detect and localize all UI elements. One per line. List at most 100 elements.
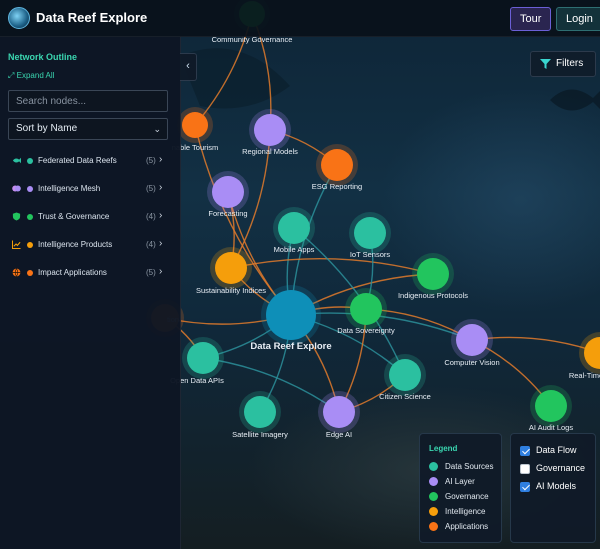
chevron-down-icon: ⌄ — [153, 124, 161, 134]
graph-node[interactable]: Data Sovereignty — [337, 288, 395, 335]
node-circle[interactable] — [212, 176, 244, 208]
graph-node[interactable]: Sustainability Indices — [196, 247, 266, 295]
node-circle[interactable] — [266, 290, 316, 340]
node-circle[interactable] — [323, 396, 355, 428]
chevron-right-icon: › — [159, 210, 163, 221]
node-circle[interactable] — [417, 258, 449, 290]
chevron-right-icon: › — [159, 266, 163, 277]
graph-node[interactable]: Satellite Imagery — [232, 391, 288, 439]
node-label: Regional Models — [242, 147, 298, 156]
login-button[interactable]: Login — [556, 7, 600, 31]
legend-label: Applications — [445, 522, 489, 531]
sidebar-group-federated-data-reefs[interactable]: Federated Data Reefs (5) › — [8, 153, 170, 171]
node-circle[interactable] — [215, 252, 247, 284]
checkbox-unchecked[interactable] — [520, 464, 530, 474]
node-circle[interactable] — [244, 396, 276, 428]
legend-panel: Legend Data Sources AI Layer Governance … — [419, 433, 502, 543]
node-circle[interactable] — [456, 324, 488, 356]
node-label: Sustainability Indices — [196, 286, 266, 295]
node-label: Real-Time — [569, 371, 600, 380]
node-circle[interactable] — [278, 212, 310, 244]
group-label: Intelligence Products — [38, 240, 113, 249]
legend-swatch — [429, 507, 438, 516]
graph-node-center[interactable]: Data Reef Explore — [250, 285, 332, 352]
node-circle[interactable] — [535, 390, 567, 422]
shield-icon — [12, 212, 21, 221]
node-circle[interactable] — [354, 217, 386, 249]
group-color-dot — [27, 214, 33, 220]
graph-node[interactable]: Regional Models — [242, 109, 298, 156]
network-outline-sidebar: Network Outline ⤢ Expand All Sort by Nam… — [0, 37, 181, 549]
checkbox-checked[interactable] — [520, 482, 530, 492]
group-count: (4) — [146, 240, 156, 249]
fish-icon — [12, 157, 21, 164]
collapse-sidebar-button[interactable]: ‹ — [180, 53, 197, 81]
legend-label: AI Layer — [445, 477, 475, 486]
node-label: AI Audit Logs — [529, 423, 573, 432]
node-label: Citizen Science — [379, 392, 431, 401]
node-label: Indigenous Protocols — [398, 291, 468, 300]
node-circle[interactable] — [389, 359, 421, 391]
graph-edge — [230, 258, 434, 275]
node-circle[interactable] — [182, 112, 208, 138]
expand-all-link[interactable]: ⤢ Expand All — [8, 71, 54, 81]
chevron-right-icon: › — [159, 238, 163, 249]
expand-all-label: Expand All — [16, 71, 55, 80]
checkbox-checked[interactable] — [520, 446, 530, 456]
graph-node[interactable]: IoT Sensors — [349, 212, 391, 259]
node-label: ESG Reporting — [312, 182, 362, 191]
sort-select[interactable]: Sort by Name ⌄ — [8, 118, 168, 140]
toggle-label: AI Models — [536, 481, 577, 491]
sidebar-group-intelligence-mesh[interactable]: Intelligence Mesh (5) › — [8, 181, 170, 199]
legend-label: Data Sources — [445, 462, 494, 471]
group-count: (5) — [146, 268, 156, 277]
group-count: (5) — [146, 156, 156, 165]
node-label: Data Sovereignty — [337, 326, 395, 335]
chevron-right-icon: › — [159, 154, 163, 165]
legend-label: Intelligence — [445, 507, 486, 516]
node-circle[interactable] — [254, 114, 286, 146]
sidebar-group-trust-governance[interactable]: Trust & Governance (4) › — [8, 209, 170, 227]
graph-node[interactable]: Edge AI — [318, 391, 360, 439]
group-color-dot — [27, 158, 33, 164]
search-input[interactable] — [8, 90, 168, 112]
node-label: Mobile Apps — [274, 245, 315, 254]
sidebar-group-intelligence-products[interactable]: Intelligence Products (4) › — [8, 237, 170, 255]
group-label: Intelligence Mesh — [38, 184, 101, 193]
toggle-label: Governance — [536, 463, 586, 473]
sort-select-value: Sort by Name — [16, 123, 78, 134]
graph-node[interactable]: Real-Time — [569, 332, 600, 380]
tour-button[interactable]: Tour — [510, 7, 552, 31]
toggle-label: Data Flow — [536, 445, 577, 455]
legend-title: Legend — [429, 444, 458, 453]
group-count: (5) — [146, 184, 156, 193]
layer-toggles-panel: Data Flow Governance AI Models — [510, 433, 596, 543]
node-circle[interactable] — [187, 342, 219, 374]
node-label: Forecasting — [208, 209, 247, 218]
group-count: (4) — [146, 212, 156, 221]
filter-funnel-icon — [540, 59, 551, 69]
sidebar-group-impact-applications[interactable]: Impact Applications (5) › — [8, 265, 170, 283]
filters-label: Filters — [556, 58, 584, 69]
filters-button[interactable]: Filters — [530, 51, 596, 77]
group-label: Impact Applications — [38, 268, 107, 277]
node-circle[interactable] — [350, 293, 382, 325]
graph-node[interactable]: Computer Vision — [444, 319, 500, 367]
node-label: Computer Vision — [444, 358, 499, 367]
node-label: Data Reef Explore — [250, 341, 331, 352]
expand-icon: ⤢ — [8, 71, 15, 80]
legend-swatch — [429, 522, 438, 531]
group-label: Trust & Governance — [38, 212, 110, 221]
graph-node[interactable]: Forecasting — [207, 171, 249, 218]
graph-node[interactable]: AI Audit Logs — [529, 385, 573, 432]
chevron-left-icon: ‹ — [186, 60, 190, 72]
graph-node[interactable]: Mobile Apps — [273, 207, 315, 254]
globe-logo-icon — [8, 7, 30, 29]
group-color-dot — [27, 186, 33, 192]
node-label: Edge AI — [326, 430, 352, 439]
node-label: Satellite Imagery — [232, 430, 288, 439]
chevron-right-icon: › — [159, 182, 163, 193]
legend-label: Governance — [445, 492, 489, 501]
app-title: Data Reef Explore — [36, 10, 148, 25]
node-circle[interactable] — [321, 149, 353, 181]
